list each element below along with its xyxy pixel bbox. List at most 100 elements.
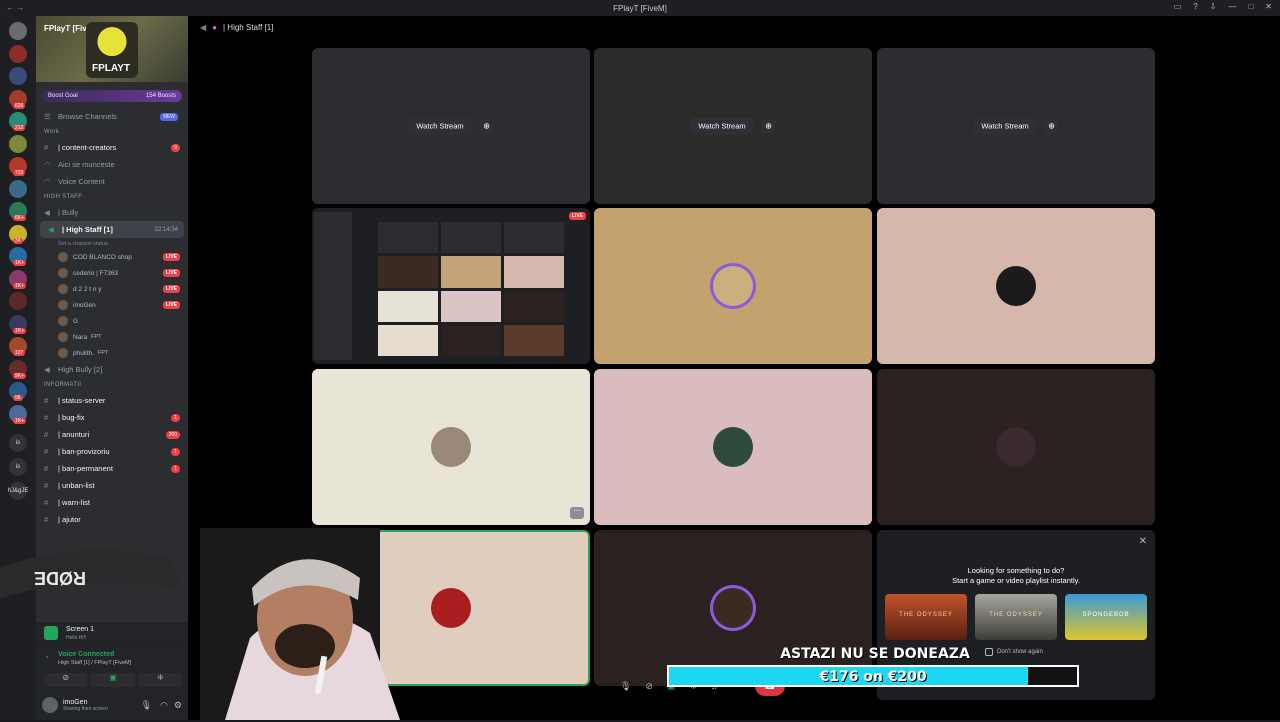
game-card[interactable]: THE ODYSSEY [885,594,967,640]
watch-stream-button[interactable]: Watch Stream [690,117,754,135]
voice-channel-high-bully[interactable]: ◀ High Bully [2] [36,361,188,378]
nav-arrows-icon[interactable]: ← → [6,3,24,12]
voice-user-name: imoGen [73,301,96,309]
zoom-icon[interactable]: ⊕ [479,119,494,133]
server-mention-badge: 723 [13,170,26,176]
zoom-icon[interactable]: ⊕ [761,119,776,133]
channel-label: Aici se munceste [58,160,115,169]
avatar [58,316,68,326]
category-high-staff-label: HIGH STAFF [44,194,83,200]
donation-progress-bar: €176 on €200 [667,665,1079,687]
camera-off-icon[interactable]: ⊘ [645,681,653,692]
unread-badge: 1 [171,447,180,456]
voice-user[interactable]: cederio | F7363 LIVE [36,265,188,281]
hash-icon: # [44,430,49,439]
mic-brand-text: RØDE [34,568,86,588]
voice-channel[interactable]: ◠ Voice Content [36,173,188,190]
guild-banner[interactable]: FPlayT [FiveM] FPLAYT [36,16,188,82]
watch-stream-button[interactable]: Watch Stream [408,117,472,135]
live-stream-tile[interactable]: LIVE [312,208,590,364]
text-channel[interactable]: # | bug-fix 1 [36,409,188,426]
server-mention-badge: 1K+ [13,417,27,424]
text-channel[interactable]: # | ban-permanent 1 [36,460,188,477]
voice-channel[interactable]: ◠ Aici se munceste [36,156,188,173]
watch-stream-button[interactable]: Watch Stream [973,117,1037,135]
game-card[interactable]: THE ODYSSEY [975,594,1057,640]
text-channel[interactable]: # | anunturi 260 [36,426,188,443]
channel-status[interactable]: Set a channel status [36,238,188,249]
text-channel[interactable]: # | warn-list [36,494,188,511]
mic-icon[interactable]: 🎙 [620,681,631,692]
server-icon[interactable]: is [9,458,27,476]
help-icon[interactable]: ? [1193,2,1197,11]
download-icon[interactable]: ⇩ [1210,2,1217,11]
participant-tile[interactable] [594,369,872,525]
avatar [58,268,68,278]
live-badge: LIVE [162,301,180,309]
browse-channels[interactable]: ☰ Browse Channels NEW [36,108,188,125]
promo-line-2: Start a game or video playlist instantly… [952,576,1080,585]
participant-tile[interactable] [877,369,1155,525]
voice-user[interactable]: d 2 2 t n y LIVE [36,281,188,297]
category-high-staff[interactable]: HIGH STAFF [36,190,188,204]
hash-icon: # [44,481,49,490]
text-channel[interactable]: # | ajutor [36,511,188,528]
inbox-icon[interactable]: ▭ [1174,2,1182,11]
game-card-title: THE ODYSSEY [899,612,953,618]
stream-preview-grid [378,222,564,356]
category-informatii-label: INFORMATII [44,382,82,388]
voice-user[interactable]: imoGen LIVE [36,297,188,313]
voice-channel-high-staff[interactable]: ◀ | High Staff [1] 22:14:34 [40,221,184,238]
close-icon[interactable]: ✕ [1139,536,1147,547]
participant-tile[interactable] [594,530,872,686]
donation-amount: €176 on €200 [819,669,927,685]
category-informatii[interactable]: INFORMATII [36,378,188,392]
server-icon[interactable]: hJ&gJE [8,482,28,500]
more-icon[interactable]: ⋯ [570,507,584,519]
voice-user[interactable]: Nara FPT [36,329,188,345]
voice-user[interactable]: COD BLANCO shop LIVE [36,249,188,265]
voice-user[interactable]: phulith. FPT [36,345,188,361]
avatar [996,427,1036,467]
title-bar: ← → FPlayT [FiveM] ▭ ? ⇩ — □ ✕ [0,0,1280,16]
voice-header: ◀ ● | High Staff [1] [188,16,1280,38]
server-mention-badge: 1K+ [13,327,27,334]
server-icon[interactable] [9,292,27,310]
text-channel[interactable]: # | ban-provizoriu 1 [36,443,188,460]
active-channel-time: 22:14:34 [154,226,178,233]
voice-user-name: COD BLANCO shop [73,253,132,261]
server-icon[interactable] [9,134,27,153]
stream-tile[interactable]: Watch Stream ⊕ [312,48,590,204]
boost-goal-bar[interactable]: Boost Goal 154 Boosts [42,90,182,102]
text-channel[interactable]: # | status-server [36,392,188,409]
user-tag: FPT [97,350,109,356]
donation-title: ASTAZI NU SE DONEAZA [780,646,970,662]
game-card[interactable]: SPONGEBOB [1065,594,1147,640]
voice-user[interactable]: G [36,313,188,329]
server-icon[interactable] [9,67,27,85]
maximize-button[interactable]: □ [1248,2,1253,11]
participant-tile[interactable] [877,208,1155,364]
server-icon[interactable] [9,179,27,198]
unread-badge: 9 [171,143,180,152]
voice-channel-bully[interactable]: ◀ | Bully [36,204,188,221]
server-icon[interactable] [9,22,27,40]
zoom-icon[interactable]: ⊕ [1044,119,1059,133]
participant-tile[interactable]: ⋯ [312,369,590,525]
server-icon[interactable] [9,44,27,63]
text-channel[interactable]: # | unban-list [36,477,188,494]
minimize-button[interactable]: — [1228,2,1236,11]
boost-goal-label: Boost Goal [48,93,78,99]
voice-user-name: Nara [73,333,88,341]
server-icon[interactable]: is [9,434,27,452]
stream-tile[interactable]: Watch Stream ⊕ [877,48,1155,204]
channel-label: | unban-list [58,481,95,490]
brain-icon: ● [212,22,217,32]
participant-tile[interactable] [594,208,872,364]
stream-tile[interactable]: Watch Stream ⊕ [594,48,872,204]
text-channel[interactable]: # | content-creators 9 [36,139,188,156]
channel-label: | ajutor [58,515,81,524]
category-work[interactable]: Work [36,125,188,139]
avatar [58,332,68,342]
close-button[interactable]: ✕ [1265,2,1272,11]
